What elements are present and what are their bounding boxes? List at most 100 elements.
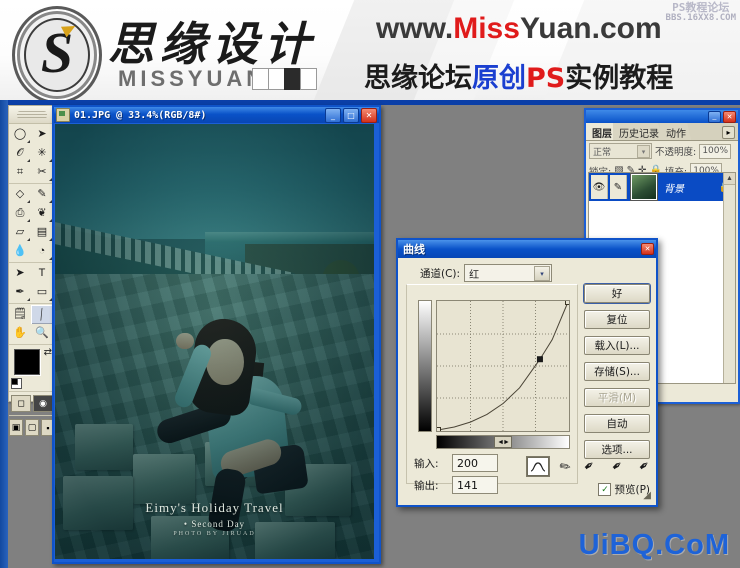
- preview-checkbox[interactable]: ✓: [598, 483, 612, 496]
- magic-wand-icon[interactable]: ✳: [31, 144, 53, 163]
- auto-button[interactable]: 自动: [584, 414, 650, 433]
- brush-icon[interactable]: ✎: [31, 185, 53, 204]
- photo-vignette: [55, 124, 374, 559]
- fullscreen-menubar-icon[interactable]: ▢: [25, 419, 39, 436]
- input-label: 输入:: [414, 457, 439, 470]
- layer-thumbnail[interactable]: [631, 174, 657, 200]
- layer-row-background[interactable]: 👁 ✎ 背景 🔒: [589, 173, 735, 201]
- default-colors-icon[interactable]: [11, 378, 22, 389]
- output-field[interactable]: 141: [452, 476, 498, 494]
- curves-dialog[interactable]: 曲线 ✕ 通道(C): 红 ▾ ◄► 输入: 200 输出: 141 ✎ 好 复…: [396, 238, 658, 507]
- zoom-icon[interactable]: 🔍: [31, 324, 53, 343]
- brush-link-icon[interactable]: ✎: [610, 175, 627, 199]
- blend-mode-value: 正常: [593, 147, 612, 158]
- palette-minimize-button[interactable]: _: [708, 110, 721, 123]
- curve-graph[interactable]: [436, 300, 570, 432]
- channel-label: 通道(C):: [420, 267, 461, 280]
- reset-button[interactable]: 复位: [584, 310, 650, 329]
- black-point-dropper-icon[interactable]: ✒: [580, 456, 598, 475]
- chevron-down-icon[interactable]: ▾: [637, 145, 650, 158]
- maximize-button[interactable]: □: [343, 107, 359, 123]
- curves-close-button[interactable]: ✕: [641, 243, 654, 255]
- tab-layers[interactable]: 图层: [586, 123, 617, 140]
- path-selection-icon[interactable]: ➤: [9, 264, 31, 283]
- tagline-part-3: PS: [526, 63, 566, 94]
- eyedropper-icon[interactable]: ⟋: [31, 305, 53, 324]
- gradient-icon[interactable]: ▤: [31, 223, 53, 242]
- brand-name-english: MISSYUAN: [118, 66, 267, 91]
- tab-actions[interactable]: 动作: [660, 123, 691, 140]
- save-button[interactable]: 存储(S)...: [584, 362, 650, 381]
- opacity-value[interactable]: 100%: [699, 143, 732, 159]
- type-icon[interactable]: T: [31, 264, 53, 283]
- caption-subtitle: • Second Day: [183, 519, 246, 529]
- move-icon[interactable]: ➤: [31, 125, 53, 144]
- eye-icon[interactable]: 👁: [591, 175, 608, 199]
- standard-mode-icon[interactable]: ◻: [11, 395, 31, 412]
- eraser-icon[interactable]: ▱: [9, 223, 31, 242]
- standard-screen-icon[interactable]: ▣: [9, 419, 23, 436]
- toolbox-panel[interactable]: ◯ ➤ 𝒪 ✳ ⌗ ✂ ◇ ✎ ⎙ ❦ ▱ ▤ 💧 ◔ ➤ T ✒ ▭ 🗒 ⟋ …: [8, 105, 56, 436]
- minimize-button[interactable]: _: [325, 107, 341, 123]
- gradient-direction-toggle[interactable]: ◄►: [494, 436, 512, 448]
- curve-tool-icon[interactable]: [526, 456, 550, 477]
- curve-endpoint-high[interactable]: [565, 301, 570, 305]
- gray-point-dropper-icon[interactable]: ✒: [608, 456, 626, 475]
- image-document-window[interactable]: 01.JPG @ 33.4%(RGB/8#) _ □ ✕ Eimy's Holi…: [52, 105, 381, 564]
- white-point-dropper-icon[interactable]: ✒: [635, 456, 653, 475]
- curves-titlebar[interactable]: 曲线 ✕: [398, 240, 656, 258]
- layer-list-scrollbar[interactable]: ▲: [723, 173, 735, 383]
- ok-button[interactable]: 好: [584, 284, 650, 303]
- slice-icon[interactable]: ✂: [31, 163, 53, 182]
- history-brush-icon[interactable]: ❦: [31, 204, 53, 223]
- caption-credit: PHOTO BY JIRUAD: [173, 531, 256, 537]
- eyedropper-row: ✒ ✒ ✒: [580, 456, 653, 475]
- marquee-rect-icon[interactable]: ◯: [9, 125, 31, 144]
- toolbox-group-vector: ➤ T ✒ ▭: [9, 263, 55, 304]
- url-yuan-y: Y: [519, 12, 539, 45]
- input-field[interactable]: 200: [452, 454, 498, 472]
- close-button[interactable]: ✕: [361, 107, 377, 123]
- brand-name-chinese: 思缘设计: [108, 17, 316, 71]
- swap-colors-icon[interactable]: ⇄: [44, 347, 52, 358]
- quickmask-mode-icon[interactable]: ◉: [33, 395, 53, 412]
- image-canvas[interactable]: Eimy's Holiday Travel • Second Day PHOTO…: [55, 124, 374, 559]
- lasso-icon[interactable]: 𝒪: [9, 144, 31, 163]
- healing-brush-icon[interactable]: ◇: [9, 185, 31, 204]
- toolbox-row: ◯ ➤: [9, 125, 55, 144]
- toolbox-row: ⌗ ✂: [9, 163, 55, 182]
- channel-value: 红: [469, 269, 480, 281]
- layer-name[interactable]: 背景: [664, 180, 717, 195]
- toolbox-drag-grip[interactable]: [9, 106, 55, 124]
- channel-select[interactable]: 红 ▾: [464, 264, 553, 282]
- curve-selected-point[interactable]: [536, 356, 543, 363]
- tab-history[interactable]: 历史记录: [613, 123, 664, 140]
- curves-body: 通道(C): 红 ▾ ◄► 输入: 200 输出: 141 ✎ 好 复位 载入(…: [398, 258, 656, 505]
- pen-icon[interactable]: ✒: [9, 283, 31, 302]
- clone-stamp-icon[interactable]: ⎙: [9, 204, 31, 223]
- foreground-color-swatch[interactable]: [14, 349, 40, 375]
- curve-endpoint-low[interactable]: [437, 427, 441, 432]
- resize-grip-icon[interactable]: ◢: [643, 490, 651, 501]
- palette-titlebar[interactable]: _ ✕: [586, 110, 738, 123]
- blur-icon[interactable]: 💧: [9, 242, 31, 261]
- palette-menu-icon[interactable]: ▸: [722, 126, 735, 139]
- hand-icon[interactable]: ✋: [9, 324, 31, 343]
- pencil-tool-icon[interactable]: ✎: [554, 457, 576, 476]
- toolbox-row: ⎙ ❦: [9, 204, 55, 223]
- logo-swirl-glyph: S: [40, 20, 74, 85]
- image-window-titlebar[interactable]: 01.JPG @ 33.4%(RGB/8#) _ □ ✕: [54, 107, 379, 123]
- curve-graph-svg[interactable]: [437, 301, 569, 431]
- notes-icon[interactable]: 🗒: [9, 305, 31, 324]
- palette-close-button[interactable]: ✕: [723, 110, 736, 123]
- output-gradient-bar: [418, 300, 432, 432]
- preview-row[interactable]: ✓ 预览(P): [598, 482, 650, 497]
- crop-icon[interactable]: ⌗: [9, 163, 31, 182]
- color-swatches[interactable]: ⇄: [9, 345, 55, 391]
- scroll-up-icon[interactable]: ▲: [724, 173, 735, 185]
- chevron-down-icon[interactable]: ▾: [534, 266, 551, 281]
- shape-icon[interactable]: ▭: [31, 283, 53, 302]
- blend-mode-select[interactable]: 正常 ▾: [589, 143, 652, 159]
- dodge-icon[interactable]: ◔: [31, 242, 53, 261]
- load-button[interactable]: 载入(L)...: [584, 336, 650, 355]
